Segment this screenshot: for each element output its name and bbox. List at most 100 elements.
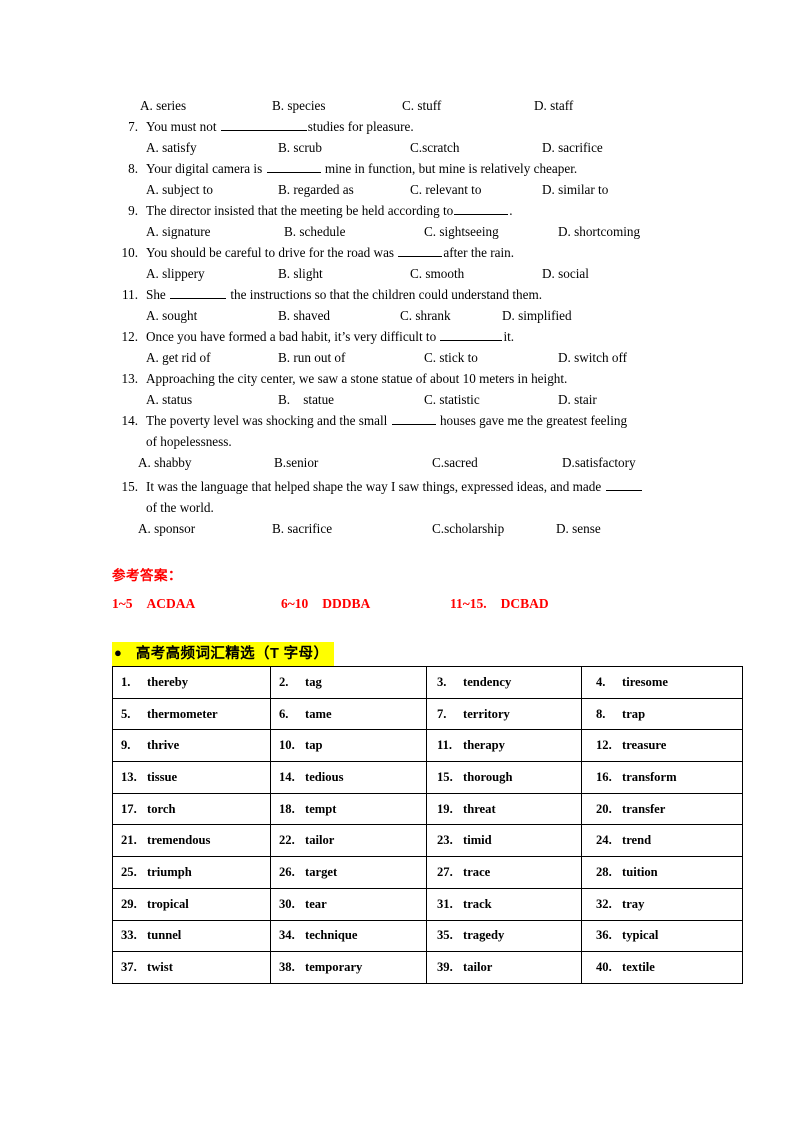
question-stem: 11. She the instructions so that the chi… <box>112 285 712 306</box>
table-row: 5. thermometer 6. tame 7. territory 8. trap <box>112 697 743 731</box>
vocab-word: track <box>463 896 492 911</box>
answer-blank <box>605 478 642 491</box>
vocab-cell: 14. tedious <box>270 761 427 794</box>
question-stem-continuation: of hopelessness. <box>112 432 712 453</box>
vocab-word: tragedy <box>463 928 505 943</box>
vocab-word: tap <box>305 738 323 753</box>
stem-before: Approaching the city center, we saw a st… <box>146 371 568 386</box>
vocab-number: 6. <box>279 706 289 721</box>
vocab-number: 27. <box>437 864 453 879</box>
answer-range-label: 6~10 <box>281 596 309 611</box>
option-d: D. simplified <box>502 308 572 323</box>
vocab-number: 21. <box>121 833 137 848</box>
option-b: B. schedule <box>284 224 346 239</box>
vocab-cell: 21. tremendous <box>112 824 271 858</box>
table-row: 17. torch 18. tempt 19. threat 20. transfer <box>112 792 743 826</box>
vocab-number: 28. <box>596 864 612 879</box>
stem-after: after the rain. <box>443 245 515 260</box>
vocab-word: trend <box>622 833 652 848</box>
vocab-cell: 1. thereby <box>112 666 271 699</box>
answer-blank <box>170 286 227 299</box>
vocab-number: 34. <box>279 928 295 943</box>
vocab-cell: 4. tiresome <box>581 666 743 699</box>
option-a: A. status <box>146 392 193 407</box>
vocab-word: threat <box>463 801 496 816</box>
vocab-cell: 9. thrive <box>112 729 271 763</box>
stem-before: Once you have formed a bad habit, it’s v… <box>146 329 440 344</box>
option-d: D. sacrifice <box>542 140 603 155</box>
option-row: A. sought B. shaved C. shrank D. simplif… <box>112 306 712 327</box>
vocab-number: 38. <box>279 960 295 975</box>
option-c: C.scratch <box>410 140 460 155</box>
option-row: A. subject to B. regarded as C. relevant… <box>112 180 712 201</box>
vocab-number: 39. <box>437 960 453 975</box>
vocab-word: transfer <box>622 801 666 816</box>
vocab-number: 37. <box>121 960 137 975</box>
option-row: A. signature B. schedule C. sightseeing … <box>112 222 712 243</box>
option-a: A. shabby <box>138 455 192 470</box>
question-number: 7. <box>128 119 138 134</box>
vocab-cell: 28. tuition <box>581 856 743 889</box>
vocab-number: 23. <box>437 833 453 848</box>
question-stem: 10. You should be careful to drive for t… <box>112 243 712 264</box>
question-stem: 14. The poverty level was shocking and t… <box>112 411 712 432</box>
vocab-word: treasure <box>622 738 667 753</box>
vocab-word: tray <box>622 896 645 911</box>
option-b: B.senior <box>274 455 319 470</box>
vocab-number: 20. <box>596 801 612 816</box>
vocab-cell: 20. transfer <box>581 792 743 826</box>
vocab-number: 11. <box>437 738 453 753</box>
vocab-cell: 6. tame <box>270 697 427 731</box>
option-b: B. run out of <box>278 350 346 365</box>
stem-before: The poverty level was shocking and the s… <box>146 413 391 428</box>
table-row: 37. twist 38. temporary 39. tailor 40. texti… <box>112 951 743 984</box>
stem-after: studies for pleasure. <box>307 119 414 134</box>
option-a: A. sought <box>146 308 198 323</box>
question-number: 11. <box>122 287 138 302</box>
vocab-number: 25. <box>121 864 137 879</box>
option-b: B. scrub <box>278 140 322 155</box>
vocab-cell: 32. tray <box>581 887 743 921</box>
vocab-word: thrive <box>147 738 180 753</box>
option-c: C. stick to <box>424 350 478 365</box>
vocab-number: 5. <box>121 706 131 721</box>
vocab-number: 7. <box>437 706 447 721</box>
option-c: C. relevant to <box>410 182 482 197</box>
vocab-cell: 5. thermometer <box>112 697 271 731</box>
stem-second-line: of hopelessness. <box>146 434 232 449</box>
vocab-word: thereby <box>147 674 189 689</box>
vocab-word: thorough <box>463 769 513 784</box>
vocab-number: 26. <box>279 864 295 879</box>
vocab-cell: 31. track <box>426 887 582 921</box>
vocab-cell: 17. torch <box>112 792 271 826</box>
option-d: D. stair <box>558 392 597 407</box>
vocab-cell: 40. textile <box>581 951 743 984</box>
question-stem: 13. Approaching the city center, we saw … <box>112 369 712 390</box>
vocab-cell: 39. tailor <box>426 951 582 984</box>
vocab-number: 17. <box>121 801 137 816</box>
question-stem: 8. Your digital camera is mine in functi… <box>112 159 712 180</box>
vocab-number: 35. <box>437 928 453 943</box>
section-heading: ● 高考高频词汇精选（T 字母） <box>112 642 335 666</box>
vocab-number: 33. <box>121 928 137 943</box>
vocab-number: 24. <box>596 833 612 848</box>
option-c: C. sightseeing <box>424 224 499 239</box>
vocab-number: 3. <box>437 674 447 689</box>
vocab-number: 12. <box>596 738 612 753</box>
vocab-cell: 34. technique <box>270 919 427 953</box>
vocab-cell: 37. twist <box>112 951 271 984</box>
option-row: A. sponsor B. sacrifice C.scholarship D.… <box>112 519 712 540</box>
answer-group-2: 6~10 DDDBA <box>281 596 370 612</box>
stem-before: You should be careful to drive for the r… <box>146 245 398 260</box>
vocab-word: trap <box>622 706 646 721</box>
stem-after: it. <box>503 329 515 344</box>
answer-range-label: 11~15. <box>450 596 487 611</box>
vocab-number: 13. <box>121 769 137 784</box>
stem-after: mine in function, but mine is relatively… <box>321 161 578 176</box>
vocab-word: tuition <box>622 864 658 879</box>
vocab-number: 18. <box>279 801 295 816</box>
option-row: A. slippery B. slight C. smooth D. socia… <box>112 264 712 285</box>
vocab-word: triumph <box>147 864 192 879</box>
vocab-word: tempt <box>305 801 337 816</box>
stem-before: You must not <box>146 119 220 134</box>
